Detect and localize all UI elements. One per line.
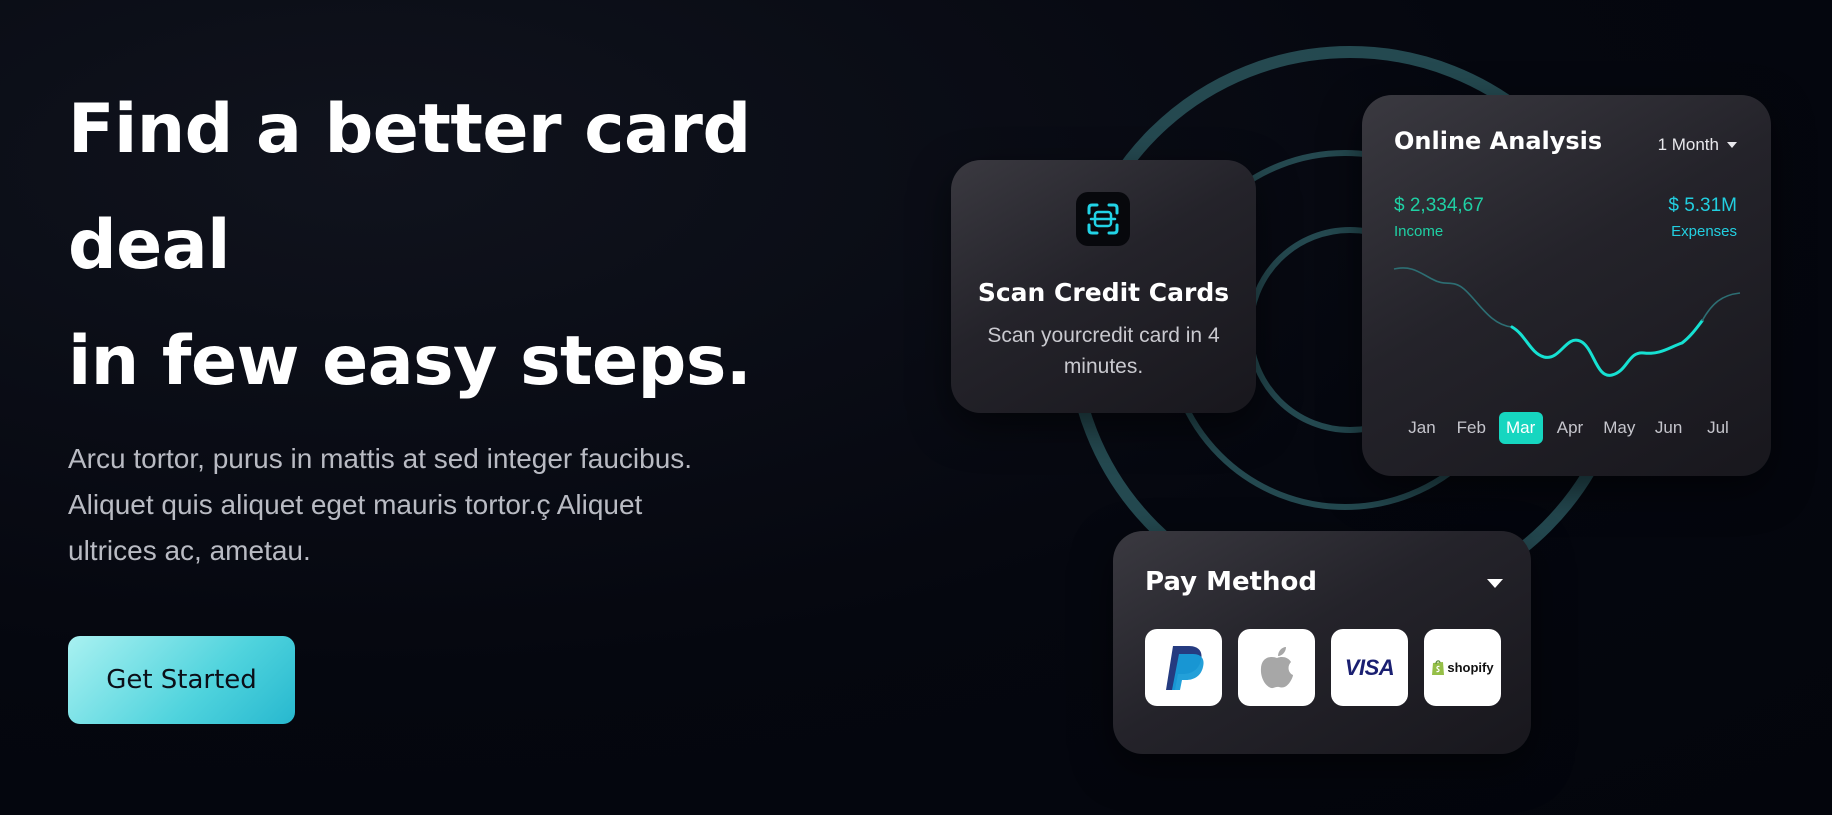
apple-pay-option[interactable] <box>1238 629 1315 706</box>
expenses-stat: $ 5.31M Expenses <box>1668 195 1737 240</box>
hero-title-line-2: deal <box>68 206 231 285</box>
shopify-option[interactable]: shopify <box>1424 629 1501 706</box>
scan-card-title: Scan Credit Cards <box>977 278 1230 307</box>
apple-icon <box>1260 646 1293 688</box>
shopify-bag-icon <box>1432 660 1445 675</box>
chart-line-muted-start <box>1393 267 1513 328</box>
month-selector: Jan Feb Mar Apr May Jun Jul <box>1400 412 1740 444</box>
chart-line-highlight <box>1510 319 1704 377</box>
expenses-label: Expenses <box>1671 223 1737 240</box>
pay-method-title: Pay Method <box>1145 567 1318 597</box>
pay-method-card: Pay Method VISA shopify <box>1113 531 1531 754</box>
paypal-option[interactable] <box>1145 629 1222 706</box>
income-stat: $ 2,334,67 Income <box>1394 195 1484 240</box>
hero-description-line-1: Arcu tortor, purus in mattis at sed inte… <box>68 443 693 474</box>
get-started-button[interactable]: Get Started <box>68 636 295 724</box>
hero-description-line-2: Aliquet quis aliquet eget mauris tortor.… <box>68 489 643 520</box>
chart-line-muted-end <box>1701 292 1741 322</box>
pay-method-dropdown-icon[interactable] <box>1487 579 1503 588</box>
month-jun[interactable]: Jun <box>1647 412 1691 444</box>
month-jan[interactable]: Jan <box>1400 412 1444 444</box>
scan-icon <box>1076 192 1130 246</box>
pay-method-list: VISA shopify <box>1145 629 1501 706</box>
chevron-down-icon <box>1727 142 1737 148</box>
visa-logo: VISA <box>1344 654 1395 680</box>
hero-description: Arcu tortor, purus in mattis at sed inte… <box>68 436 788 574</box>
income-value: $ 2,334,67 <box>1394 195 1484 216</box>
shopify-logo: shopify <box>1431 659 1494 676</box>
month-feb[interactable]: Feb <box>1449 412 1493 444</box>
month-apr[interactable]: Apr <box>1548 412 1592 444</box>
expenses-value: $ 5.31M <box>1668 195 1737 216</box>
hero-title-line-3: in few easy steps. <box>68 322 752 401</box>
scan-card-description: Scan yourcredit card in 4 minutes. <box>987 324 1220 378</box>
hero-description-line-3: ultrices ac, ametau. <box>68 535 311 566</box>
analysis-line-chart <box>1393 267 1741 377</box>
paypal-icon <box>1165 645 1204 690</box>
shopify-label: shopify <box>1447 660 1494 675</box>
visa-option[interactable]: VISA <box>1331 629 1408 706</box>
month-mar[interactable]: Mar <box>1498 412 1543 444</box>
online-analysis-card: Online Analysis 1 Month $ 2,334,67 Incom… <box>1362 95 1771 476</box>
period-value: 1 Month <box>1657 135 1719 154</box>
month-may[interactable]: May <box>1597 412 1641 444</box>
month-jul[interactable]: Jul <box>1696 412 1740 444</box>
hero-title-line-1: Find a better card <box>68 90 751 169</box>
hero-title: Find a better card deal in few easy step… <box>68 72 752 420</box>
income-label: Income <box>1394 223 1444 240</box>
analysis-title: Online Analysis <box>1394 127 1603 155</box>
scan-credit-cards-card[interactable]: Scan Credit Cards Scan yourcredit card i… <box>951 160 1256 413</box>
period-dropdown[interactable]: 1 Month <box>1658 135 1737 155</box>
